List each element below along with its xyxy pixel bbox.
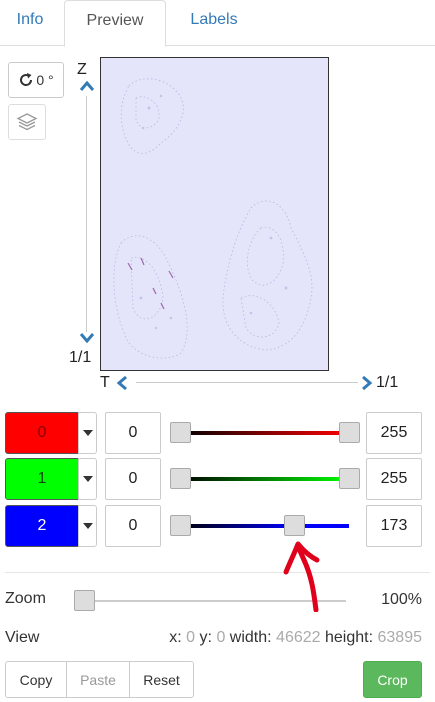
channel-gradient-bar: [180, 431, 349, 435]
tab-bar: Info Preview Labels: [0, 0, 435, 47]
layers-icon: [16, 113, 38, 131]
divider: [5, 572, 430, 573]
view-width-label: width:: [229, 629, 272, 646]
z-axis-value: 1/1: [69, 349, 92, 366]
t-left-chevron-icon[interactable]: [116, 376, 128, 390]
z-axis-label: Z: [77, 61, 87, 78]
rotate-icon: [20, 73, 33, 86]
view-x-label: x:: [169, 629, 182, 646]
channel-range-slider[interactable]: [169, 515, 349, 536]
channel-row: 1 0 255: [0, 458, 435, 502]
channel-max-input[interactable]: 255: [366, 458, 422, 500]
view-width-value: 46622: [276, 629, 321, 646]
view-label: View: [5, 629, 40, 646]
channel-max-input[interactable]: 173: [366, 505, 422, 547]
t-axis-label: T: [100, 374, 110, 391]
reset-button[interactable]: Reset: [129, 661, 194, 698]
zoom-value: 100%: [381, 591, 422, 608]
z-up-chevron-icon[interactable]: [79, 80, 95, 92]
paste-button[interactable]: Paste: [66, 661, 130, 698]
annotation-arrow-icon: [283, 541, 320, 612]
clipboard-button-group: Copy Paste Reset: [5, 661, 194, 698]
channel-toggle-button[interactable]: 1: [5, 458, 79, 500]
channel-row: 2 0 173: [0, 505, 435, 549]
channel-min-handle[interactable]: [169, 468, 191, 489]
channel-max-handle[interactable]: [338, 468, 360, 489]
layers-button[interactable]: [8, 104, 46, 140]
channel-max-input[interactable]: 255: [366, 412, 422, 454]
channel-toggle-button[interactable]: 0: [5, 412, 79, 454]
view-height-label: height:: [325, 629, 374, 646]
zoom-slider-handle[interactable]: [74, 590, 95, 611]
zoom-label: Zoom: [5, 590, 46, 607]
view-height-value: 63895: [377, 629, 423, 646]
channel-menu-button[interactable]: [78, 505, 97, 547]
caret-down-icon: [82, 430, 93, 436]
channel-min-input[interactable]: 0: [105, 458, 161, 500]
tissue-image: [113, 78, 313, 359]
channel-menu-button[interactable]: [78, 412, 97, 454]
preview-image[interactable]: [100, 57, 329, 371]
channel-range-slider[interactable]: [169, 422, 360, 443]
channel-row: 0 0 255: [0, 412, 435, 456]
channel-min-input[interactable]: 0: [105, 412, 161, 454]
rotation-label: 0 °: [36, 72, 54, 88]
rotate-button[interactable]: 0 °: [8, 62, 64, 98]
view-y-value: 0: [216, 629, 226, 646]
tab-preview[interactable]: Preview: [64, 0, 166, 47]
channel-menu-button[interactable]: [78, 458, 97, 500]
channel-min-input[interactable]: 0: [105, 505, 161, 547]
view-y-label: y:: [199, 629, 212, 646]
channel-min-handle[interactable]: [169, 515, 191, 536]
channel-toggle-button[interactable]: 2: [5, 505, 79, 547]
channel-gradient-bar: [180, 524, 349, 528]
caret-down-icon: [82, 523, 93, 529]
view-x-value: 0: [186, 629, 196, 646]
tab-info[interactable]: Info: [0, 0, 60, 46]
channel-gradient-bar: [180, 477, 349, 481]
t-axis-value: 1/1: [376, 374, 399, 391]
tab-labels[interactable]: Labels: [166, 0, 262, 46]
t-slider-track[interactable]: [136, 382, 358, 383]
copy-button[interactable]: Copy: [5, 661, 67, 698]
channel-range-slider[interactable]: [169, 468, 360, 489]
z-slider-track[interactable]: [86, 96, 87, 332]
caret-down-icon: [82, 476, 93, 482]
channel-min-handle[interactable]: [169, 422, 191, 443]
z-down-chevron-icon[interactable]: [79, 332, 95, 344]
channel-max-handle[interactable]: [338, 422, 360, 443]
t-right-chevron-icon[interactable]: [361, 376, 373, 390]
view-region-info: x: 0 y: 0 width: 46622 height: 63895: [169, 629, 422, 647]
crop-button[interactable]: Crop: [363, 661, 422, 698]
